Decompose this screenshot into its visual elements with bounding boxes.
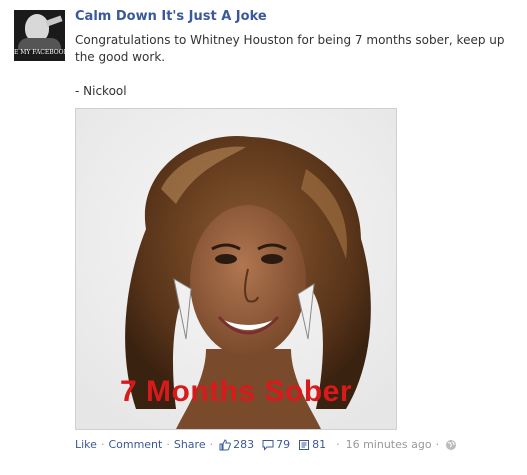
separator-dot: · (209, 438, 214, 451)
separator-dot: · (336, 438, 340, 451)
globe-icon[interactable] (445, 439, 457, 451)
share-icon[interactable] (298, 439, 310, 451)
separator-dot: · (100, 438, 105, 451)
likes-count[interactable]: 283 (233, 438, 254, 451)
thumbs-up-icon[interactable] (219, 438, 231, 451)
post-message: Congratulations to Whitney Houston for b… (75, 32, 515, 100)
message-signature: - Nickool (75, 84, 127, 98)
avatar-logo-text: E MY FACEBOOK P (14, 49, 65, 56)
separator-dot: · (435, 438, 440, 451)
post-photo[interactable]: 7 Months Sober (75, 108, 397, 430)
comment-bubble-icon[interactable] (262, 439, 274, 451)
post-actions-bar: Like · Comment · Share · 283 79 81 · 16 … (75, 438, 457, 451)
avatar-arm (45, 15, 63, 27)
page-avatar[interactable]: E MY FACEBOOK P (14, 10, 65, 61)
like-link[interactable]: Like (75, 438, 97, 451)
separator-dot: · (166, 438, 170, 451)
share-link[interactable]: Share (174, 438, 206, 451)
comment-link[interactable]: Comment (108, 438, 162, 451)
post-timestamp[interactable]: 16 minutes ago (346, 438, 432, 451)
message-text: Congratulations to Whitney Houston for b… (75, 33, 505, 64)
facebook-post: E MY FACEBOOK P Calm Down It's Just A Jo… (0, 0, 527, 475)
shares-count[interactable]: 81 (312, 438, 326, 451)
page-name-link[interactable]: Calm Down It's Just A Joke (75, 9, 267, 24)
photo-overlay-text: 7 Months Sober (119, 375, 352, 408)
comments-count[interactable]: 79 (276, 438, 290, 451)
